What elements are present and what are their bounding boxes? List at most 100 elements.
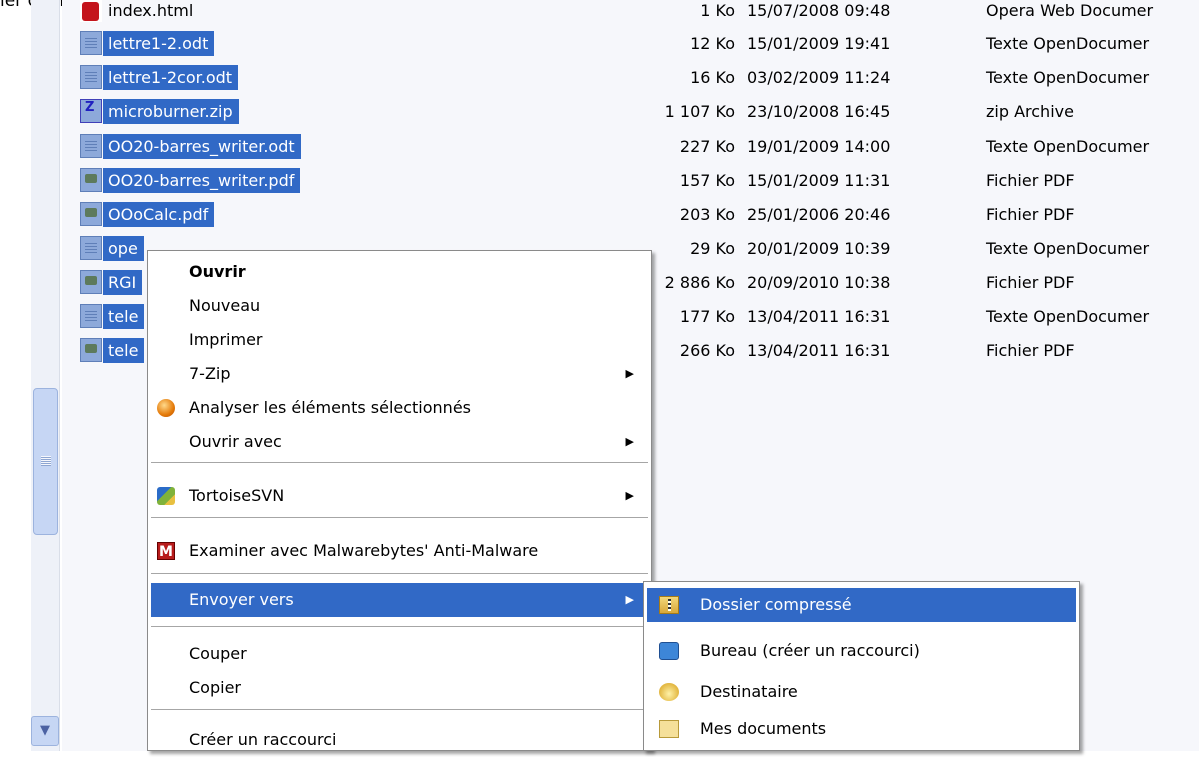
file-size: 12 Ko <box>690 34 735 53</box>
file-type: Texte OpenDocumer <box>986 307 1150 326</box>
file-row[interactable]: lettre1-2.odt 12 Ko 15/01/2009 19:41 Texte … <box>0 27 1199 61</box>
my-documents-icon <box>659 720 679 738</box>
file-row[interactable]: OO20-barres_writer.odt 227 Ko 19/01/2009 1… <box>0 130 1199 164</box>
file-name: RGI <box>103 270 143 295</box>
file-size: 2 886 Ko <box>664 273 735 292</box>
submenu-arrow-icon: ▶ <box>625 367 634 380</box>
file-name: OOoCalc.pdf <box>103 202 215 227</box>
menu-item-open-with[interactable]: Ouvrir avec ▶ <box>151 425 648 459</box>
file-size: 177 Ko <box>679 307 735 326</box>
menu-item-7zip[interactable]: 7-Zip ▶ <box>151 357 648 391</box>
file-name: microburner.zip <box>103 99 239 124</box>
submenu-item-desktop[interactable]: Bureau (créer un raccourci) <box>647 634 1076 668</box>
file-date: 23/10/2008 16:45 <box>747 102 891 121</box>
file-name: lettre1-2cor.odt <box>103 65 239 90</box>
file-size: 16 Ko <box>690 68 735 87</box>
menu-separator <box>151 626 648 627</box>
file-type: Opera Web Documer <box>986 1 1154 20</box>
file-type: Texte OpenDocumer <box>986 239 1150 258</box>
file-row[interactable]: lettre1-2cor.odt 16 Ko 03/02/2009 11:24 Tex… <box>0 61 1199 95</box>
file-name: index.html <box>108 1 194 20</box>
file-date: 03/02/2009 11:24 <box>747 68 891 87</box>
file-date: 20/01/2009 10:39 <box>747 239 891 258</box>
submenu-arrow-icon: ▶ <box>625 489 634 502</box>
file-date: 13/04/2011 16:31 <box>747 341 891 360</box>
file-date: 15/07/2008 09:48 <box>747 1 891 20</box>
file-name: ope <box>103 236 144 261</box>
menu-item-send-to[interactable]: Envoyer vers ▶ <box>151 583 648 617</box>
file-row[interactable]: OOoCalc.pdf 203 Ko 25/01/2006 20:46 Fichier… <box>0 198 1199 232</box>
file-name: tele <box>103 338 145 363</box>
file-size: 29 Ko <box>690 239 735 258</box>
context-menu: Ouvrir Nouveau Imprimer 7-Zip ▶ Analyser … <box>147 250 652 751</box>
menu-item-create-shortcut[interactable]: Créer un raccourci <box>151 723 648 757</box>
file-date: 20/09/2010 10:38 <box>747 273 891 292</box>
menu-item-malwarebytes[interactable]: M Examiner avec Malwarebytes' Anti-Malwar… <box>151 534 648 568</box>
document-icon <box>80 31 102 55</box>
menu-separator <box>151 462 648 463</box>
mail-recipient-icon <box>659 683 679 701</box>
file-size: 266 Ko <box>679 341 735 360</box>
file-row[interactable]: OO20-barres_writer.pdf 157 Ko 15/01/2009 1… <box>0 164 1199 198</box>
menu-item-copy[interactable]: Copier <box>151 671 648 705</box>
menu-item-print[interactable]: Imprimer <box>151 323 648 357</box>
menu-separator <box>151 709 648 710</box>
compressed-folder-icon <box>659 596 679 614</box>
zip-icon <box>80 99 102 123</box>
file-size: 227 Ko <box>679 137 735 156</box>
file-type: Fichier PDF <box>986 273 1075 292</box>
pdf-icon <box>80 338 102 362</box>
file-name: OO20-barres_writer.odt <box>103 134 301 159</box>
file-date: 13/04/2011 16:31 <box>747 307 891 326</box>
file-name: lettre1-2.odt <box>103 31 215 56</box>
menu-item-tortoisesvn[interactable]: TortoiseSVN ▶ <box>151 479 648 513</box>
file-date: 15/01/2009 11:31 <box>747 171 891 190</box>
pdf-icon <box>80 168 102 192</box>
submenu-item-my-documents[interactable]: Mes documents <box>647 712 1076 746</box>
file-type: Fichier PDF <box>986 205 1075 224</box>
file-date: 19/01/2009 14:00 <box>747 137 891 156</box>
analyse-icon <box>157 399 175 417</box>
malwarebytes-icon: M <box>157 542 175 560</box>
document-icon <box>80 304 102 328</box>
file-type: Fichier PDF <box>986 341 1075 360</box>
document-icon <box>80 65 102 89</box>
opera-icon <box>80 0 102 22</box>
send-to-submenu: Dossier compressé Bureau (créer un racco… <box>643 581 1080 751</box>
submenu-item-recipient[interactable]: Destinataire <box>647 675 1076 709</box>
menu-separator <box>151 517 648 518</box>
file-row[interactable]: microburner.zip 1 107 Ko 23/10/2008 16:45 z… <box>0 95 1199 129</box>
file-type: Texte OpenDocumer <box>986 68 1150 87</box>
menu-item-new[interactable]: Nouveau <box>151 289 648 323</box>
menu-item-analyse[interactable]: Analyser les éléments sélectionnés <box>151 391 648 425</box>
pdf-icon <box>80 270 102 294</box>
grip-icon <box>41 456 51 466</box>
file-size: 203 Ko <box>679 205 735 224</box>
file-type: Texte OpenDocumer <box>986 34 1150 53</box>
file-name: tele <box>103 304 145 329</box>
file-date: 15/01/2009 19:41 <box>747 34 891 53</box>
document-icon <box>80 134 102 158</box>
scroll-down-button[interactable]: ▼ <box>31 716 59 746</box>
menu-separator <box>151 573 648 574</box>
scrollbar-thumb[interactable] <box>33 388 58 535</box>
file-date: 25/01/2006 20:46 <box>747 205 891 224</box>
tortoisesvn-icon <box>157 487 175 505</box>
file-size: 1 107 Ko <box>664 102 735 121</box>
menu-item-cut[interactable]: Couper <box>151 637 648 671</box>
file-row[interactable]: index.html 1 Ko 15/07/2008 09:48 Opera Web … <box>0 0 1199 28</box>
file-type: Fichier PDF <box>986 171 1075 190</box>
vertical-scrollbar[interactable] <box>31 0 60 751</box>
file-size: 1 Ko <box>700 1 735 20</box>
pdf-icon <box>80 202 102 226</box>
menu-item-open[interactable]: Ouvrir <box>151 255 648 289</box>
document-icon <box>80 236 102 260</box>
submenu-arrow-icon: ▶ <box>625 593 634 606</box>
submenu-arrow-icon: ▶ <box>625 435 634 448</box>
submenu-item-compressed-folder[interactable]: Dossier compressé <box>647 588 1076 622</box>
desktop-icon <box>659 642 679 660</box>
file-type: zip Archive <box>986 102 1074 121</box>
file-size: 157 Ko <box>679 171 735 190</box>
file-type: Texte OpenDocumer <box>986 137 1150 156</box>
file-name: OO20-barres_writer.pdf <box>103 168 301 193</box>
